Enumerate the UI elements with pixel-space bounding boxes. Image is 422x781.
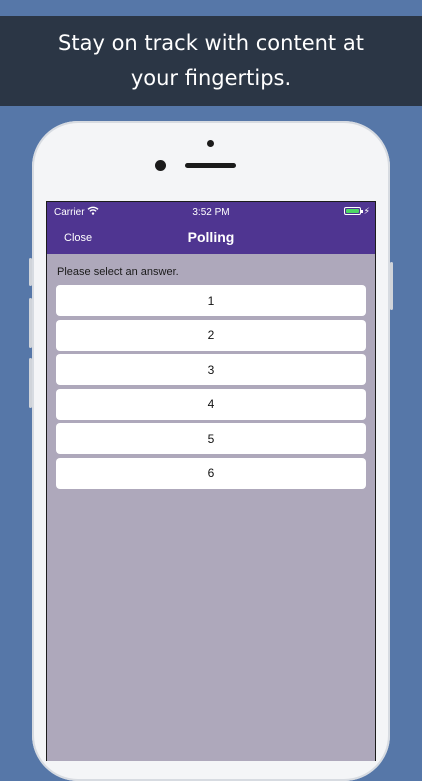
answer-option-3[interactable]: 3 [56,354,366,385]
status-bar: Carrier 3:52 PM ⚡︎ [47,202,375,222]
answer-option-6[interactable]: 6 [56,457,366,489]
answer-list: 1 2 3 4 5 6 [56,285,366,492]
charging-bolt-icon: ⚡︎ [363,206,370,216]
silent-switch [29,258,32,286]
phone-screen: Carrier 3:52 PM ⚡︎ Close Polling Please … [46,201,376,761]
earpiece-speaker [185,163,236,168]
front-camera-icon [155,160,166,171]
answer-option-2[interactable]: 2 [56,319,366,351]
status-time: 3:52 PM [192,207,230,218]
navigation-bar: Close Polling [47,222,375,254]
banner-line-2: your fingertips. [130,66,292,90]
answer-option-4[interactable]: 4 [56,388,366,420]
poll-prompt: Please select an answer. [57,266,179,278]
volume-down-button [29,358,32,408]
volume-up-button [29,298,32,348]
power-button [390,262,393,310]
answer-option-5[interactable]: 5 [56,423,366,454]
battery-icon [344,207,363,215]
page-title: Polling [187,229,235,245]
banner-line-1: Stay on track with content at [58,31,364,55]
camera-icon [207,140,214,147]
answer-option-1[interactable]: 1 [56,285,366,316]
promo-banner: Stay on track with content at your finge… [0,16,422,106]
